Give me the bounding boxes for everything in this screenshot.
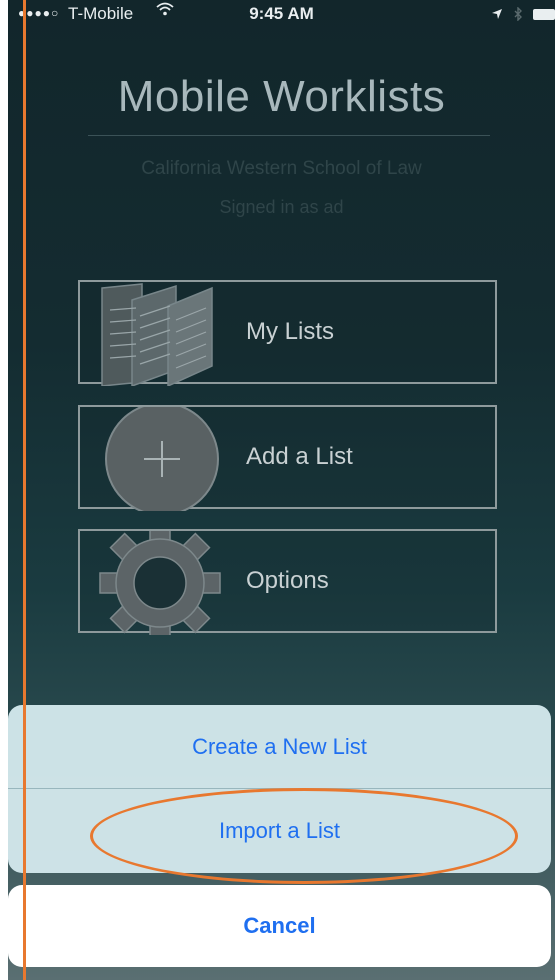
title-divider [88, 135, 490, 136]
add-list-label: Add a List [246, 443, 353, 470]
school-name: California Western School of Law [141, 158, 422, 179]
options-button[interactable]: Options [78, 529, 497, 635]
status-time: 9:45 AM [249, 4, 314, 23]
app-title: Mobile Worklists [117, 72, 446, 121]
my-lists-label: My Lists [246, 318, 335, 345]
action-sheet: Create a New List Import a List [8, 705, 551, 873]
signed-in-status: Signed in as ad [219, 197, 344, 217]
add-list-button[interactable]: Add a List [78, 405, 497, 511]
bluetooth-icon [514, 6, 523, 22]
battery-icon [533, 8, 555, 20]
options-label: Options [246, 567, 329, 594]
import-list-option[interactable]: Import a List [8, 789, 551, 872]
documents-icon [101, 283, 213, 386]
create-new-list-option[interactable]: Create a New List [8, 705, 551, 788]
device-frame: ●●●●○ T-Mobile 9:45 AM Mobile Worklists … [0, 0, 555, 980]
cancel-button[interactable]: Cancel [8, 885, 551, 967]
phone-screen: ●●●●○ T-Mobile 9:45 AM Mobile Worklists … [8, 0, 555, 980]
location-icon [492, 9, 503, 20]
status-bar: ●●●●○ T-Mobile 9:45 AM [8, 0, 555, 28]
my-lists-button[interactable]: My Lists [78, 280, 497, 386]
gear-icon [99, 531, 221, 635]
status-icons [491, 5, 555, 22]
plus-circle-icon [105, 407, 219, 511]
